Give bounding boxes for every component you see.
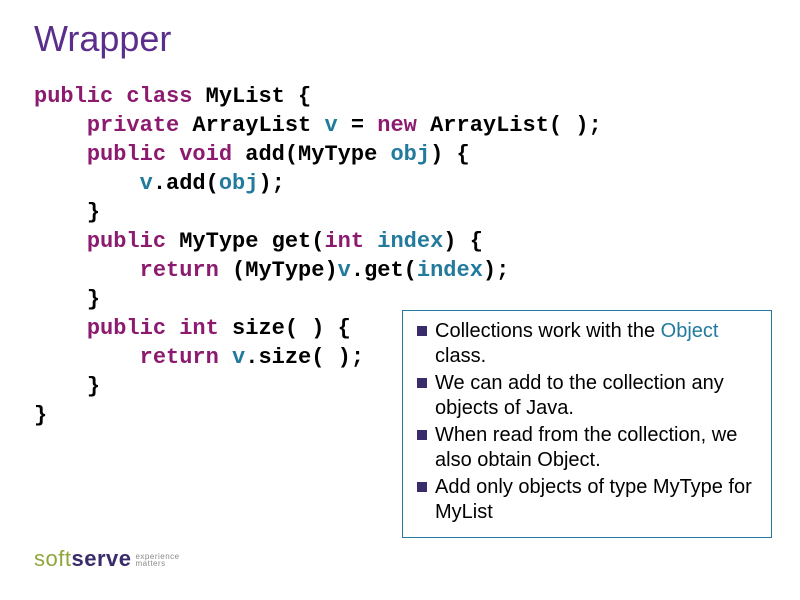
code-text: } [87, 200, 100, 225]
callout-text: When read from the collection, we also o… [435, 424, 737, 471]
code-var: obj [219, 171, 259, 196]
logo-soft: soft [34, 546, 71, 571]
softserve-logo: softserve experiencematters [34, 546, 180, 572]
callout-bullet: Add only objects of type MyType for MyLi… [413, 475, 761, 525]
code-text: add(MyType [232, 142, 390, 167]
logo-tag-line2: matters [135, 559, 165, 568]
code-var: index [377, 229, 443, 254]
code-var: v [338, 258, 351, 283]
code-text: MyType get( [166, 229, 324, 254]
code-text: ); [258, 171, 284, 196]
code-text: ArrayList( ); [417, 113, 602, 138]
code-keyword: private [87, 113, 179, 138]
callout-text: We can add to the collection any objects… [435, 372, 724, 419]
code-text: } [87, 374, 100, 399]
code-var: obj [390, 142, 430, 167]
code-text: ) { [443, 229, 483, 254]
slide-title: Wrapper [0, 0, 800, 60]
callout-text: Collections work with the [435, 320, 661, 342]
code-var: index [417, 258, 483, 283]
code-keyword: public int [87, 316, 219, 341]
callout-text: class. [435, 345, 486, 367]
code-keyword: return [140, 345, 219, 370]
code-keyword: public void [87, 142, 232, 167]
code-text: ArrayList [179, 113, 324, 138]
callout-object-word: Object [661, 320, 719, 342]
code-text: = [338, 113, 378, 138]
code-text [364, 229, 377, 254]
code-text: MyList { [192, 84, 311, 109]
callout-bullet: Collections work with the Object class. [413, 319, 761, 369]
callout-text: Add only objects of type MyType for MyLi… [435, 476, 752, 523]
code-text: ) { [430, 142, 470, 167]
code-keyword: public [87, 229, 166, 254]
code-text: } [87, 287, 100, 312]
callout-bullet: We can add to the collection any objects… [413, 371, 761, 421]
code-var: v [324, 113, 337, 138]
logo-tagline: experiencematters [135, 553, 179, 567]
code-keyword: return [140, 258, 219, 283]
code-keyword: public class [34, 84, 192, 109]
code-text: size( ) { [219, 316, 351, 341]
code-var: v [232, 345, 245, 370]
code-text: .get( [351, 258, 417, 283]
code-text: (MyType) [219, 258, 338, 283]
code-text [219, 345, 232, 370]
code-text: ); [483, 258, 509, 283]
code-keyword: int [324, 229, 364, 254]
callout-box: Collections work with the Object class. … [402, 310, 772, 538]
code-keyword: new [377, 113, 417, 138]
code-text: .add( [153, 171, 219, 196]
callout-bullet: When read from the collection, we also o… [413, 423, 761, 473]
code-var: v [140, 171, 153, 196]
code-text: .size( ); [245, 345, 364, 370]
code-text: } [34, 403, 47, 428]
logo-serve: serve [71, 546, 131, 571]
